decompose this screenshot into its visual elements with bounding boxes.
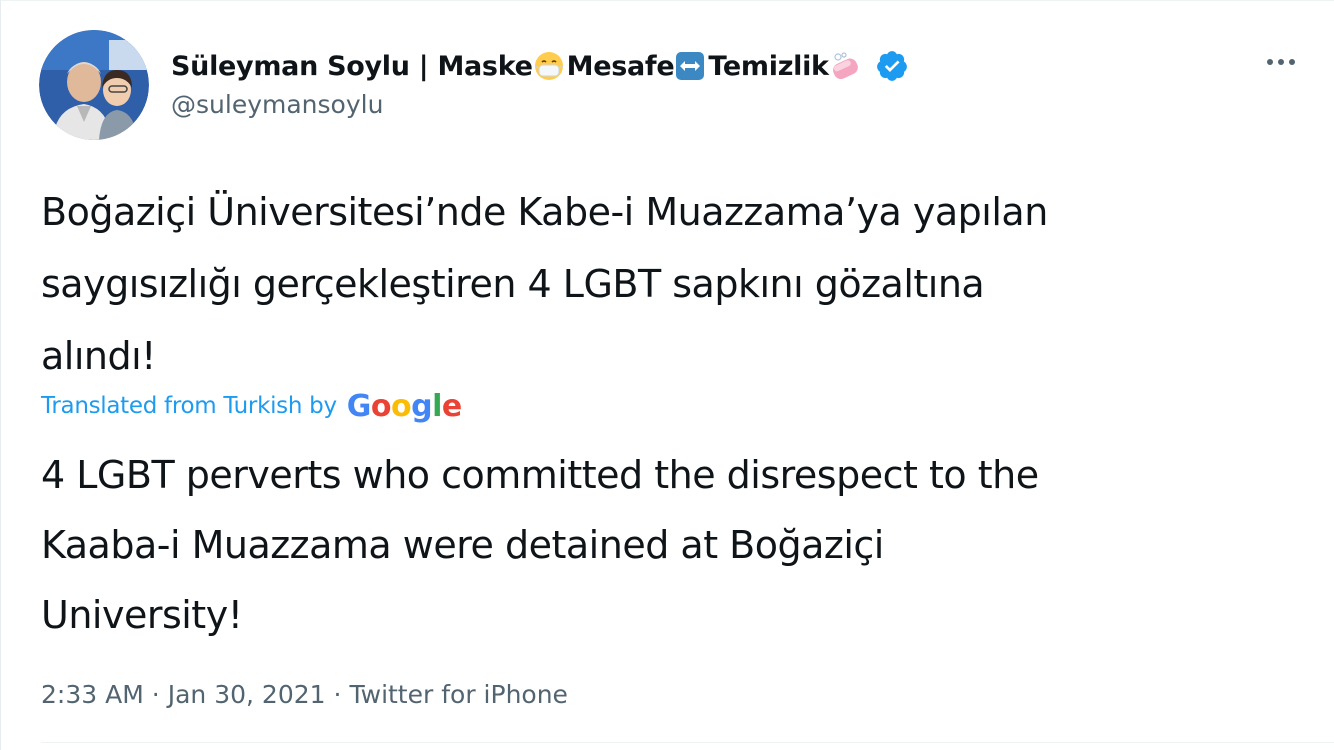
google-logo-letter: g	[411, 388, 433, 424]
display-name-part-3: Temizlik	[708, 50, 829, 82]
top-divider	[1, 0, 1334, 1]
tweet-text: Boğaziçi Üniversitesi’nde Kabe-i Muazzam…	[41, 190, 1048, 378]
left-right-arrow-icon	[675, 51, 705, 81]
verified-badge-icon	[875, 49, 909, 83]
bottom-divider	[41, 742, 1334, 743]
avatar-image	[39, 30, 149, 140]
meta-separator: ·	[333, 679, 342, 709]
translated-from-label[interactable]: Translated from Turkish by	[41, 393, 337, 419]
tweet-source[interactable]: Twitter for iPhone	[349, 680, 567, 709]
avatar[interactable]	[39, 30, 149, 140]
more-options-button[interactable]	[1257, 44, 1305, 80]
meta-separator: ·	[151, 679, 160, 709]
google-logo: Google	[346, 388, 463, 424]
translated-tweet-text: 4 LGBT perverts who committed the disres…	[41, 453, 1039, 637]
google-logo-text: Google	[346, 388, 463, 424]
tweet-date[interactable]: Jan 30, 2021	[168, 680, 326, 709]
tweet-card: Süleyman Soylu | Maske Mesafe Temizlik @…	[0, 0, 1334, 750]
tweet-metadata: 2:33 AM · Jan 30, 2021 · Twitter for iPh…	[41, 672, 568, 716]
display-name-part-1: Süleyman Soylu | Maske	[171, 50, 533, 82]
translation-attribution: Translated from Turkish by Google	[41, 386, 462, 426]
face-with-medical-mask-icon	[534, 51, 564, 81]
display-name-part-2: Mesafe	[566, 50, 675, 82]
google-logo-letter: o	[391, 388, 412, 424]
google-logo-letter: l	[432, 388, 442, 424]
soap-icon	[830, 51, 860, 81]
google-logo-letter: o	[370, 388, 392, 424]
user-handle[interactable]: @suleymansoylu	[171, 90, 383, 119]
more-dots-icon	[1267, 59, 1295, 65]
tweet-time[interactable]: 2:33 AM	[41, 680, 144, 709]
google-logo-letter: G	[346, 388, 372, 424]
display-name-row[interactable]: Süleyman Soylu | Maske Mesafe Temizlik	[171, 42, 909, 90]
google-logo-letter: e	[441, 388, 462, 424]
